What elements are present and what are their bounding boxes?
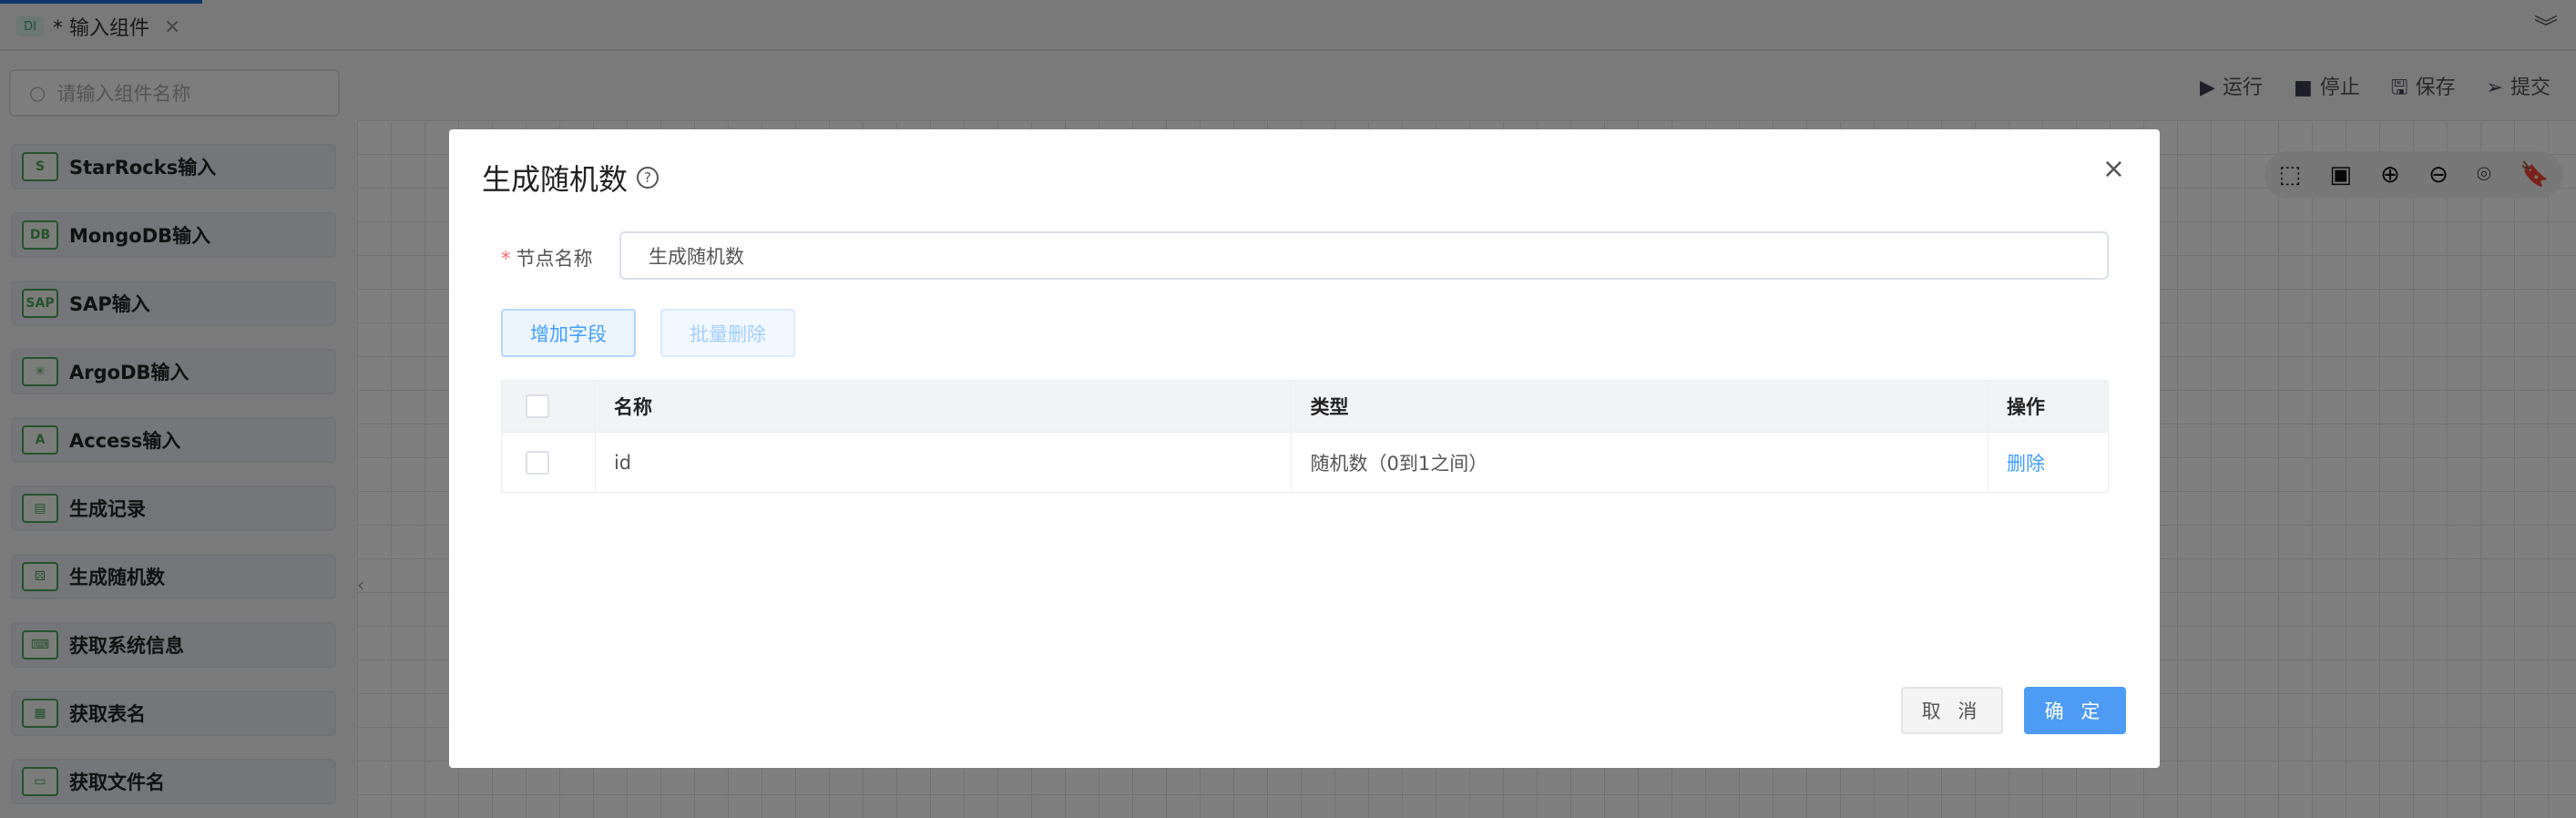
dialog-title: 生成随机数 (482, 162, 629, 197)
node-name-input[interactable]: 生成随机数 (619, 231, 2109, 280)
node-name-label-text: 节点名称 (516, 248, 593, 270)
confirm-button[interactable]: 确 定 (2024, 687, 2126, 734)
cell-name: id (594, 432, 1293, 493)
row-checkbox[interactable] (526, 450, 549, 475)
fields-table: 名称 类型 操作 id 随机数（0到1之间） 删除 (501, 380, 2109, 493)
random-number-dialog: 生成随机数? × * 节点名称 生成随机数 增加字段 批量删除 名称 类型 操作 … (449, 129, 2160, 768)
column-header-type: 类型 (1291, 380, 1989, 433)
cancel-button[interactable]: 取 消 (1901, 687, 2003, 734)
column-header-action: 操作 (1988, 380, 2109, 433)
column-header-name: 名称 (594, 380, 1293, 433)
help-icon[interactable]: ? (637, 167, 659, 189)
batch-delete-button[interactable]: 批量删除 (660, 309, 795, 357)
close-icon[interactable]: × (2102, 153, 2125, 185)
add-field-button[interactable]: 增加字段 (501, 309, 636, 357)
cell-type: 随机数（0到1之间） (1291, 432, 1989, 493)
node-name-label: * 节点名称 (501, 244, 593, 271)
select-all-checkbox[interactable] (526, 394, 549, 418)
table-row: id 随机数（0到1之间） 删除 (501, 432, 2109, 493)
delete-row-link[interactable]: 删除 (2007, 453, 2045, 475)
table-header: 名称 类型 操作 (501, 380, 2109, 433)
required-mark: * (501, 248, 511, 270)
